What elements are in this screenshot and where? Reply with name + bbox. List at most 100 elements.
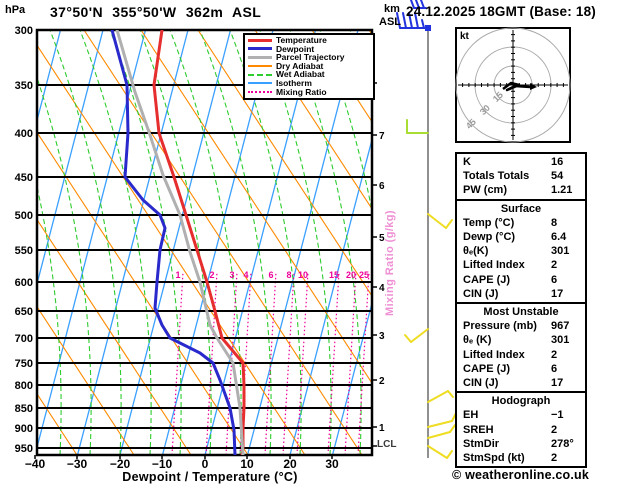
table-row-label: CAPE (J) <box>463 362 511 375</box>
table-row-value: 2 <box>551 452 558 465</box>
mixing-ratio-label: 3 <box>229 270 234 280</box>
legend-line-sample <box>248 73 272 76</box>
skewt-sounding-app: 300 350 400 450 500 550 600 650 700 750 800 850 900 9… <box>0 0 629 486</box>
temp-tick-label: −40 <box>25 457 46 471</box>
table-row-label: SREH <box>463 423 494 436</box>
wind-barb <box>427 445 453 459</box>
table-row-value: 6 <box>551 362 558 375</box>
table-row-value: −1 <box>551 409 564 422</box>
pressure-tick-label: 400 <box>15 128 33 140</box>
table-row: CAPE (J) 6 <box>457 362 585 376</box>
sounding-indices-table: K 16 Totals Totals 54 PW (cm) 1.21 Surface Temp… <box>455 152 587 469</box>
temp-tick-label: −30 <box>67 457 88 471</box>
table-row-label: Pressure (mb) <box>463 320 537 333</box>
table-row: CIN (J) 17 <box>457 287 585 301</box>
legend-line-sample <box>248 47 272 51</box>
dry-adiabat-line <box>597 30 629 455</box>
wet-adiabat-line <box>49 30 122 455</box>
pressure-tick-label: 900 <box>15 423 33 435</box>
wet-adiabat-line <box>0 30 1 455</box>
table-row-value: 301 <box>551 334 570 347</box>
legend-line-sample <box>248 90 272 93</box>
table-row: Dewp (°C) 6.4 <box>457 230 585 244</box>
table-row: CAPE (J) 6 <box>457 273 585 287</box>
pressure-tick-label: 850 <box>15 403 33 415</box>
table-row-label: Dewp (°C) <box>463 231 516 244</box>
copyright-credit: © weatheronline.co.uk <box>452 468 590 482</box>
pressure-tick-label: 450 <box>15 172 33 184</box>
mixing-ratio-label: 25 <box>359 270 369 280</box>
table-row: θₑ (K) 301 <box>457 333 585 347</box>
table-row-value: 16 <box>551 156 564 168</box>
wind-barb <box>427 213 453 229</box>
dewpoint-curve <box>110 30 237 455</box>
table-row: EH −1 <box>457 408 585 422</box>
mixing-ratio-label: 10 <box>298 270 308 280</box>
pressure-tick-label: 650 <box>15 306 33 318</box>
pressure-tick-label: 700 <box>15 333 33 345</box>
table-row-label: EH <box>463 409 479 422</box>
table-row-value: 1.21 <box>551 184 573 197</box>
mixing-ratio-axis-label: Mixing Ratio (g/kg) <box>384 210 396 316</box>
station-title: 37°50'N 355°50'W 362m ASL <box>50 4 262 20</box>
table-row-label: StmSpd (kt) <box>463 452 525 465</box>
lcl-marker-label: LCL <box>377 439 397 450</box>
table-row-value: 301 <box>551 245 570 258</box>
table-row: PW (cm) 1.21 <box>457 183 585 197</box>
run-datetime: 24.12.2025 18GMT (Base: 18) <box>406 4 597 19</box>
pressure-tick-label: 950 <box>15 443 33 455</box>
table-row-value: 17 <box>551 377 564 390</box>
wet-adiabat-line <box>109 30 182 455</box>
temp-tick-label: 10 <box>240 457 254 471</box>
table-row: StmSpd (kt) 2 <box>457 451 585 465</box>
temperature-curve <box>152 30 246 455</box>
table-section-header: Surface <box>500 202 542 215</box>
table-row-value: 8 <box>551 216 558 229</box>
table-row-value: 6.4 <box>551 231 567 244</box>
wind-barb <box>427 412 457 428</box>
table-section-header: Most Unstable <box>483 306 559 319</box>
table-row-label: Lifted Index <box>463 348 525 361</box>
table-row-label: Temp (°C) <box>463 216 515 229</box>
pressure-tick-label: 500 <box>15 210 33 222</box>
pressure-tick-label: 800 <box>15 380 33 392</box>
table-row-value: 2 <box>551 259 558 272</box>
table-row-label: Totals Totals <box>463 170 530 183</box>
mixing-ratio-label: 1 <box>175 270 180 280</box>
mixing-ratio-label: 6 <box>268 270 273 280</box>
table-row: Temp (°C) 8 <box>457 216 585 230</box>
table-row-label: θₑ(K) <box>463 245 489 258</box>
table-section: Hodograph EH −1 SREH 2 StmDir 278° StmSpd (kt) 2 <box>457 391 585 466</box>
wet-adiabat-line <box>169 30 242 455</box>
wind-barb <box>406 119 429 134</box>
table-row-label: K <box>463 156 471 168</box>
mixing-ratio-label: 20 <box>346 270 356 280</box>
altitude-axis-unit-km: km <box>384 3 400 15</box>
pressure-tick-label: 750 <box>15 358 33 370</box>
table-row-value: 6 <box>551 273 558 286</box>
table-section-header: Hodograph <box>491 395 551 408</box>
table-row: CIN (J) 17 <box>457 376 585 390</box>
km-tick-label: 7 <box>379 131 385 142</box>
legend-line-sample <box>248 55 272 59</box>
isotherm-line <box>76 30 189 455</box>
temp-tick-label: 20 <box>283 457 297 471</box>
table-row: θₑ(K) 301 <box>457 244 585 258</box>
mixing-ratio-label: 4 <box>243 270 248 280</box>
table-row-label: θₑ (K) <box>463 334 492 347</box>
pressure-tick-label: 350 <box>15 80 33 92</box>
table-row-label: PW (cm) <box>463 184 507 197</box>
table-row-label: CIN (J) <box>463 377 499 390</box>
table-row-label: CAPE (J) <box>463 273 511 286</box>
legend-item-label: Mixing Ratio <box>276 86 327 97</box>
pressure-tick-label: 550 <box>15 245 33 257</box>
table-row: SREH 2 <box>457 423 585 437</box>
temp-tick-label: 0 <box>202 457 209 471</box>
temperature-axis-label: Dewpoint / Temperature (°C) <box>122 470 298 484</box>
temp-tick-label: −10 <box>152 457 173 471</box>
table-section: Surface Temp (°C) 8 Dewp (°C) 6.4 θₑ(K) 301 Lif… <box>457 198 585 302</box>
temp-tick-label: 30 <box>325 457 339 471</box>
mixing-ratio-label: 8 <box>286 270 291 280</box>
table-row-value: 2 <box>551 348 558 361</box>
table-row: Lifted Index 2 <box>457 348 585 362</box>
